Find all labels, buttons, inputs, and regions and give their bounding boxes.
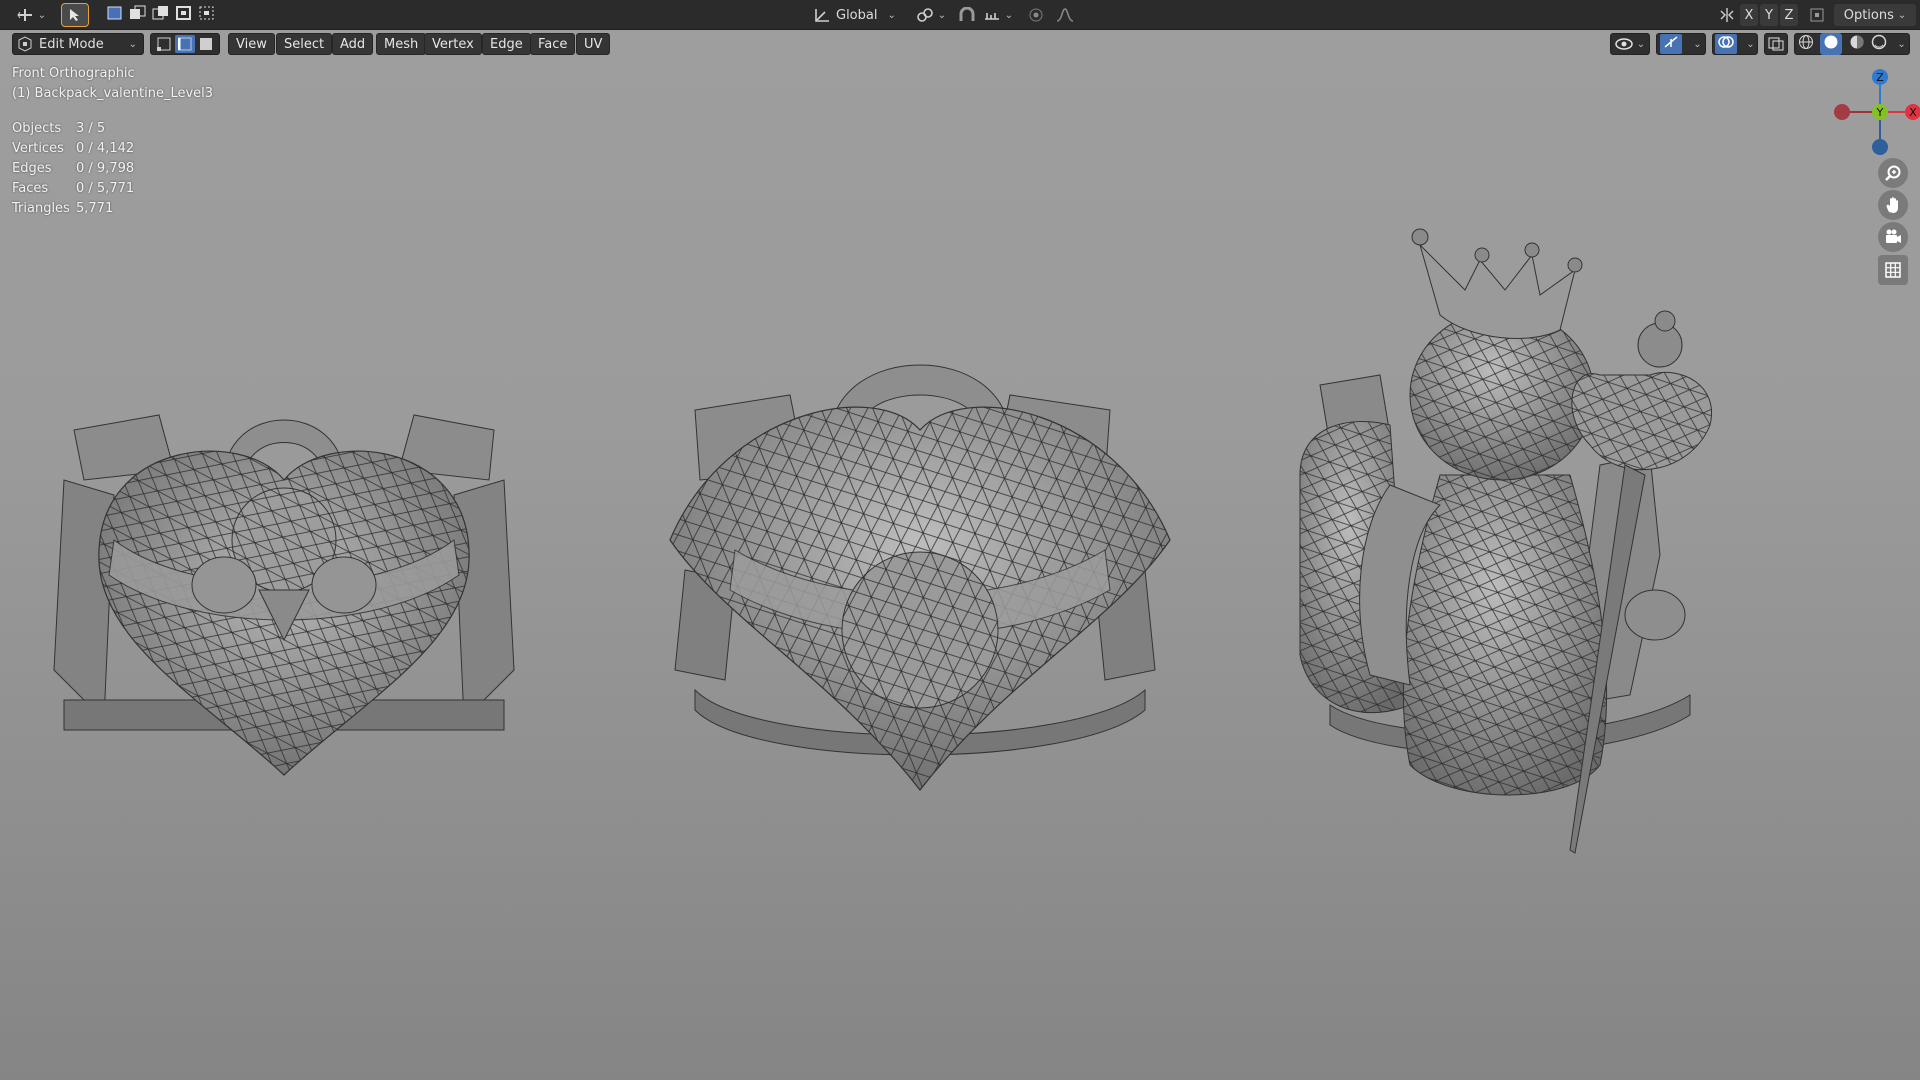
xray-toggle[interactable] [1764, 33, 1788, 55]
gizmo-y-label: Y [1876, 106, 1884, 119]
auto-merge-icon[interactable] [1806, 4, 1828, 26]
perspective-toggle-button[interactable] [1878, 255, 1908, 285]
mirror-options-icon[interactable] [1716, 4, 1738, 26]
edit-mode-icon [18, 36, 32, 52]
uv-menu[interactable]: UV [576, 33, 611, 55]
backpack-model-side[interactable] [1270, 225, 1750, 855]
shading-options-chevron[interactable]: ⌄ [1897, 39, 1905, 50]
select-invert-icon[interactable] [175, 5, 193, 25]
tool-header: ⌄ Global ⌄ ⌄ ⌄ X Y Z Options ⌄ [0, 0, 1920, 30]
view-name: Front Orthographic [12, 66, 135, 81]
options-dropdown[interactable]: Options ⌄ [1834, 4, 1916, 26]
stat-label: Objects [12, 120, 62, 136]
stat-label: Vertices [12, 140, 64, 156]
viewport-header: Edit Mode ⌄ View Select Add Mesh Vertex … [0, 30, 1920, 56]
stat-row-faces: Faces 0 / 5,771 [12, 178, 134, 198]
orientation-dropdown[interactable]: Global ⌄ [836, 4, 902, 26]
stat-value: 0 / 4,142 [76, 140, 135, 156]
active-object-name: (1) Backpack_valentine_Level3 [12, 86, 214, 101]
stat-label: Triangles [12, 200, 70, 216]
mirror-z-toggle[interactable]: Z [1780, 4, 1798, 26]
zoom-icon [1885, 165, 1901, 181]
face-select-icon[interactable] [196, 35, 216, 53]
pivot-icon [916, 8, 933, 22]
gizmo-icon [1660, 34, 1683, 54]
vertex-menu[interactable]: Vertex [424, 33, 482, 55]
snap-toggle[interactable] [956, 4, 978, 26]
grid-icon [1885, 262, 1901, 278]
select-intersect-icon[interactable] [198, 5, 216, 25]
mode-label: Edit Mode [39, 36, 104, 52]
select-tool-button[interactable] [61, 3, 89, 27]
falloff-icon [1056, 8, 1074, 22]
add-menu[interactable]: Add [332, 33, 374, 55]
select-mode-group[interactable] [106, 4, 216, 26]
select-menu[interactable]: Select [276, 33, 333, 55]
rendered-shading-icon[interactable] [1871, 34, 1887, 54]
stat-value: 0 / 5,771 [76, 180, 135, 196]
stat-value: 3 / 5 [76, 120, 106, 136]
proportional-falloff-dropdown[interactable] [1050, 4, 1080, 26]
edge-menu[interactable]: Edge [482, 33, 531, 55]
xray-icon [1768, 37, 1784, 51]
stat-row-edges: Edges 0 / 9,798 [12, 158, 134, 178]
solid-shading-icon[interactable] [1820, 33, 1843, 55]
mirror-x-toggle[interactable]: X [1740, 4, 1758, 26]
proportional-edit-toggle[interactable] [1026, 4, 1046, 26]
gizmo-toggle[interactable]: ⌄ [1656, 33, 1706, 55]
scene-statistics: Objects 3 / 5 Vertices 0 / 4,142 Edges 0 / … [12, 118, 134, 218]
backpack-model-angled[interactable] [655, 350, 1175, 800]
shading-mode-group: ⌄ [1794, 33, 1910, 55]
gizmo-x-label: X [1909, 106, 1917, 119]
gizmo-z-label: Z [1876, 71, 1884, 84]
stat-row-objects: Objects 3 / 5 [12, 118, 134, 138]
stat-value: 5,771 [76, 200, 114, 216]
cursor-icon [70, 9, 79, 21]
mirror-y-toggle[interactable]: Y [1760, 4, 1778, 26]
visibility-icon [1615, 38, 1633, 50]
pan-button[interactable] [1878, 190, 1908, 220]
mesh-menu[interactable]: Mesh [376, 33, 427, 55]
camera-icon [1886, 229, 1901, 243]
material-shading-icon[interactable] [1849, 34, 1865, 54]
stat-row-vertices: Vertices 0 / 4,142 [12, 138, 134, 158]
vertex-select-icon[interactable] [154, 35, 174, 53]
select-mode-buttons [150, 33, 220, 55]
zoom-button[interactable] [1878, 158, 1908, 188]
stat-label: Edges [12, 160, 52, 176]
stat-label: Faces [12, 180, 49, 196]
editor-type-button[interactable]: ⌄ [14, 4, 48, 26]
snap-increment-icon [984, 13, 999, 20]
edge-select-icon[interactable] [175, 35, 195, 53]
mode-dropdown[interactable]: Edit Mode ⌄ [12, 33, 144, 55]
snap-icon [959, 7, 975, 21]
view-menu[interactable]: View [228, 33, 275, 55]
stat-value: 0 / 9,798 [76, 160, 135, 176]
transform-icon [17, 9, 32, 21]
proportional-icon [1029, 8, 1043, 22]
camera-view-button[interactable] [1878, 222, 1908, 252]
navigation-gizmo[interactable]: Z X Y [1820, 62, 1920, 162]
stat-row-triangles: Triangles 5,771 [12, 198, 134, 218]
overlay-toggle[interactable]: ⌄ [1712, 33, 1758, 55]
snap-target-dropdown[interactable]: ⌄ [980, 4, 1016, 26]
backpack-model-front[interactable] [44, 400, 524, 780]
select-box-icon[interactable] [106, 5, 124, 25]
pivot-point-dropdown[interactable]: ⌄ [914, 4, 948, 26]
select-extend-icon[interactable] [129, 5, 147, 25]
gizmo-neg-x[interactable] [1834, 104, 1850, 120]
orientation-icon [810, 4, 834, 26]
orientation-label: Global [836, 7, 878, 23]
pan-hand-icon [1886, 197, 1898, 213]
face-menu[interactable]: Face [530, 33, 576, 55]
visibility-dropdown[interactable]: ⌄ [1610, 33, 1650, 55]
overlay-icon [1715, 34, 1738, 54]
gizmo-neg-z[interactable] [1872, 139, 1888, 155]
wireframe-shading-icon[interactable] [1798, 34, 1814, 54]
select-subtract-icon[interactable] [152, 5, 170, 25]
